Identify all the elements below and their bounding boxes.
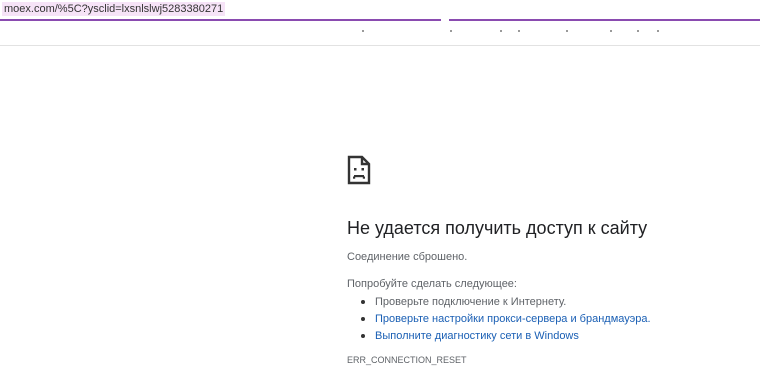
toolbar-dot xyxy=(610,30,612,32)
bullet-icon xyxy=(361,317,365,321)
suggestions-list: Проверьте подключение к Интернету. Прове… xyxy=(361,295,651,346)
suggestion-proxy-firewall-link[interactable]: Проверьте настройки прокси-сервера и бра… xyxy=(375,313,651,325)
toolbar-dot xyxy=(362,30,364,32)
list-item: Выполните диагностику сети в Windows xyxy=(361,329,651,346)
toolbar-dot xyxy=(500,30,502,32)
url-text[interactable]: moex.com/%5C?ysclid=lxsnlslwj5283380271 xyxy=(2,2,226,16)
suggestion-check-connection: Проверьте подключение к Интернету. xyxy=(375,296,567,308)
browser-page: moex.com/%5C?ysclid=lxsnlslwj5283380271 … xyxy=(0,0,760,375)
toolbar-dot xyxy=(637,30,639,32)
address-bar[interactable]: moex.com/%5C?ysclid=lxsnlslwj5283380271 xyxy=(0,0,760,21)
list-item: Проверьте настройки прокси-сервера и бра… xyxy=(361,312,651,329)
bullet-icon xyxy=(361,300,365,304)
list-item: Проверьте подключение к Интернету. xyxy=(361,295,651,312)
toolbar xyxy=(0,21,760,46)
error-code: ERR_CONNECTION_RESET xyxy=(347,355,467,365)
suggestions-header: Попробуйте сделать следующее: xyxy=(347,278,517,290)
toolbar-dot xyxy=(450,30,452,32)
suggestion-network-diagnostics-link[interactable]: Выполните диагностику сети в Windows xyxy=(375,330,579,342)
error-subtitle: Соединение сброшено. xyxy=(347,251,468,263)
error-title: Не удается получить доступ к сайту xyxy=(347,218,648,238)
sad-page-icon xyxy=(347,155,371,185)
toolbar-dot xyxy=(566,30,568,32)
toolbar-dot xyxy=(518,30,520,32)
bullet-icon xyxy=(361,334,365,338)
toolbar-dot xyxy=(657,30,659,32)
